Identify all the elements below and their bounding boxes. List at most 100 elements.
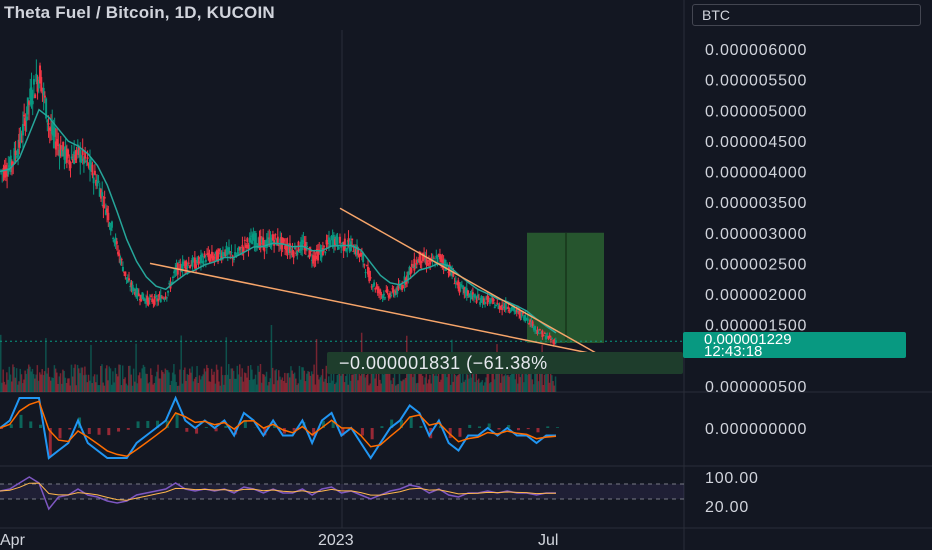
macd-histogram-bar <box>107 428 111 436</box>
macd-histogram-bar <box>468 424 472 428</box>
candle-body <box>296 250 299 256</box>
candle-body <box>93 170 96 175</box>
candle-body <box>128 278 131 281</box>
candle-body <box>345 249 348 252</box>
candle-body <box>26 97 29 115</box>
candle-body <box>181 261 184 271</box>
candle-body <box>70 156 73 159</box>
price-range-measure-label: −0.000001831 (−61.38% <box>327 352 683 374</box>
candle-body <box>274 233 277 236</box>
candle-body <box>167 290 170 293</box>
candle-body <box>203 253 206 258</box>
candle-body <box>496 302 499 304</box>
candle-body <box>106 208 109 213</box>
candle-body <box>515 308 518 313</box>
candle-body <box>337 246 340 250</box>
time-axis-label: Jul <box>538 532 558 549</box>
candle-body <box>85 160 88 162</box>
macd-histogram-bar <box>380 426 384 428</box>
macd-histogram-bar <box>458 428 462 437</box>
candle-body <box>187 262 190 264</box>
candle-body <box>521 313 524 315</box>
candle-body <box>526 318 529 321</box>
candle-body <box>153 295 156 305</box>
candle-body <box>329 239 332 247</box>
macd-histogram-bar <box>185 428 189 432</box>
volume-bar <box>180 335 182 392</box>
candle-body <box>475 300 478 303</box>
candle-body <box>386 289 389 293</box>
candle-body <box>453 283 456 285</box>
candle-body <box>343 238 346 250</box>
candle-body <box>112 237 115 239</box>
macd-histogram-bar <box>409 416 413 428</box>
candle-body <box>390 295 393 297</box>
rsi-axis-tick: 100.00 <box>705 470 759 487</box>
candle-body <box>75 149 78 155</box>
candle-body <box>165 297 168 299</box>
currency-label: BTC <box>702 7 730 23</box>
candle-body <box>186 265 189 269</box>
candle-body <box>219 252 222 257</box>
time-axis-label: Apr <box>0 532 26 549</box>
macd-histogram-bar <box>536 428 540 433</box>
candle-body <box>486 296 489 305</box>
candle-body <box>103 196 106 199</box>
candle-body <box>121 266 124 272</box>
price-axis-tick: 0.000004500 <box>705 134 807 151</box>
candle-body <box>474 295 477 298</box>
chart-canvas[interactable]: 0.0000065000.0000060000.0000055000.00000… <box>0 0 932 550</box>
macd-line <box>0 395 556 460</box>
candle-body <box>118 253 121 256</box>
candle-body <box>477 298 480 300</box>
candle-body <box>125 277 128 279</box>
price-axis-tick: 0.000003500 <box>705 195 807 212</box>
macd-histogram-bar <box>419 426 423 428</box>
currency-selector[interactable]: BTC <box>692 4 921 26</box>
candle-body <box>365 265 368 267</box>
candle-body <box>381 295 384 299</box>
candle-body <box>351 238 354 241</box>
candle-body <box>407 271 410 280</box>
candle-body <box>56 139 59 145</box>
candle-body <box>120 259 123 261</box>
candle-body <box>17 148 20 157</box>
macd-histogram-bar <box>204 427 208 428</box>
candle-body <box>493 306 496 309</box>
candle-body <box>507 306 510 310</box>
candle-body <box>248 237 251 243</box>
candle-body <box>246 238 249 242</box>
candle-body <box>436 255 439 263</box>
macd-histogram-bar <box>546 426 550 428</box>
candle-body <box>6 174 9 177</box>
price-axis-tick: 0.000006000 <box>705 42 807 59</box>
measure-text: −0.000001831 (−61.38% <box>339 353 548 373</box>
candle-body <box>306 246 309 248</box>
candle-body <box>414 266 417 268</box>
candle-body <box>321 247 324 256</box>
candle-body <box>352 250 355 252</box>
chart-title: Theta Fuel / Bitcoin, 1D, KUCOIN <box>4 3 275 22</box>
candle-body <box>171 276 174 278</box>
candle-body <box>324 251 327 254</box>
candle-body <box>384 297 387 299</box>
candle-body <box>492 299 495 302</box>
candle-body <box>21 124 24 136</box>
candle-body <box>543 332 546 334</box>
macd-histogram-bar <box>497 428 501 430</box>
candle-body <box>413 258 416 271</box>
candle-body <box>551 338 554 340</box>
candle-body <box>124 271 127 277</box>
candle-body <box>197 261 200 263</box>
candle-body <box>23 114 26 117</box>
candle-body <box>368 270 371 282</box>
candle-body <box>110 221 113 228</box>
candle-body <box>441 259 444 263</box>
candle-body <box>47 123 50 125</box>
candle-body <box>302 240 305 243</box>
candle-body <box>373 282 376 286</box>
candle-body <box>397 284 400 290</box>
candle-body <box>398 285 401 287</box>
candle-body <box>402 286 405 288</box>
candle-body <box>208 256 211 262</box>
